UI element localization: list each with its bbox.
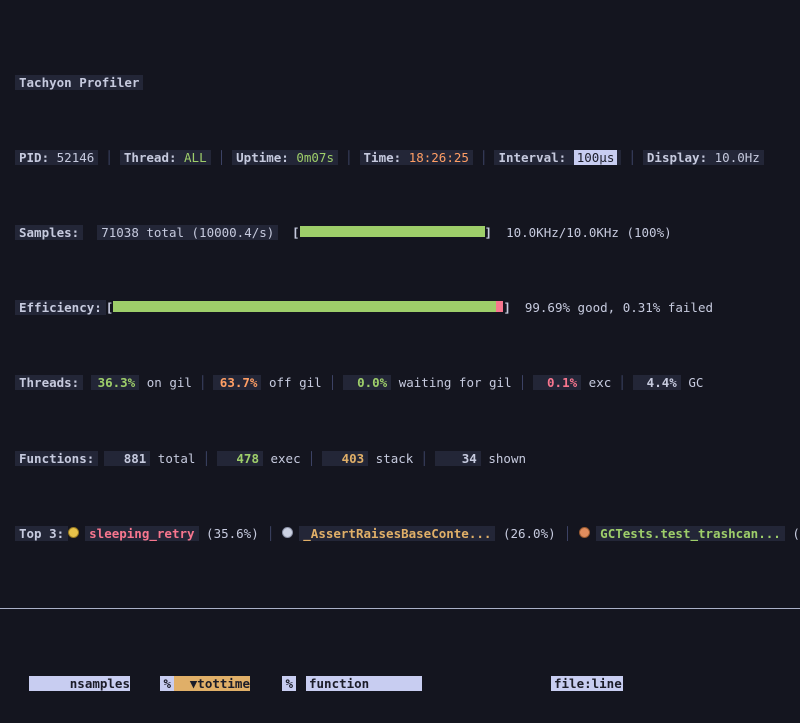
top3-line: Top 3: sleeping_retry (35.6%)_AssertRais…	[15, 526, 800, 541]
status-group: Time: 18:26:25	[338, 150, 473, 165]
medal-icon	[579, 527, 590, 538]
profiler-screen: Tachyon Profiler PID: 52146Thread: ALLUp…	[0, 0, 800, 723]
top3-percentage: (14.1%)	[792, 526, 800, 541]
status-group: PID: 52146	[15, 150, 98, 165]
bracket-close: ]	[503, 300, 511, 315]
thread-stat-label: GC	[688, 375, 703, 390]
function-stat-value: 478	[217, 451, 263, 466]
samples-label: Samples:	[15, 225, 83, 240]
efficiency-label: Efficiency:	[15, 300, 106, 315]
bracket-open: [	[106, 300, 114, 315]
top3-label: Top 3:	[15, 526, 68, 541]
top3-item[interactable]: _AssertRaisesBaseConte... (26.0%)	[259, 526, 556, 541]
status-value: 18:26:25	[409, 150, 469, 165]
status-label: Uptime:	[236, 150, 289, 165]
status-label: Time:	[364, 150, 402, 165]
thread-stat: 4.4% GC	[611, 375, 703, 390]
thread-stat-value: 36.3%	[91, 375, 139, 390]
samples-progress-bar	[300, 226, 485, 237]
status-value: 100µs	[574, 150, 618, 165]
efficiency-progress-bar	[113, 301, 503, 312]
status-group: Uptime: 0m07s	[211, 150, 338, 165]
column-header-pct-cumulative[interactable]: %	[250, 676, 296, 691]
top3-function-name: GCTests.test_trashcan...	[596, 526, 785, 541]
thread-stat: 36.3% on gil	[91, 375, 192, 390]
efficiency-failed-segment	[496, 301, 504, 312]
thread-stat-label: exc	[589, 375, 612, 390]
medal-icon	[68, 527, 79, 538]
thread-stat-value: 63.7%	[213, 375, 261, 390]
top3-percentage: (26.0%)	[503, 526, 556, 541]
thread-stat-label: waiting for gil	[399, 375, 512, 390]
thread-stat: 0.0% waiting for gil	[322, 375, 512, 390]
column-header-function[interactable]: function	[306, 676, 551, 691]
thread-stat-value: 0.1%	[533, 375, 581, 390]
bracket-close: ]	[485, 225, 493, 240]
column-header-tottime-sorted[interactable]: ▼tottime	[174, 676, 250, 691]
top3-percentage: (35.6%)	[206, 526, 259, 541]
thread-stat-value: 0.0%	[343, 375, 391, 390]
separator-line	[0, 608, 800, 609]
status-line: PID: 52146Thread: ALLUptime: 0m07sTime: …	[15, 150, 800, 165]
samples-rate: 10.0KHz/10.0KHz (100%)	[506, 225, 672, 240]
threads-label: Threads:	[15, 375, 83, 390]
thread-stat-label: off gil	[269, 375, 322, 390]
functions-label: Functions:	[15, 451, 98, 466]
function-stat-label: exec	[271, 451, 301, 466]
efficiency-line: Efficiency:[] 99.69% good, 0.31% failed	[15, 300, 800, 315]
function-stat-value: 881	[104, 451, 150, 466]
status-group: Display: 10.0Hz	[621, 150, 763, 165]
samples-total: 71038 total (10000.4/s)	[97, 225, 278, 240]
bracket-open: [	[292, 225, 300, 240]
function-stat-value: 34	[435, 451, 481, 466]
function-stat: 478 exec	[195, 451, 300, 466]
status-value: 10.0Hz	[715, 150, 760, 165]
status-value: 52146	[57, 150, 95, 165]
thread-stat-value: 4.4%	[633, 375, 681, 390]
function-stat-label: stack	[376, 451, 414, 466]
title-line: Tachyon Profiler	[15, 75, 800, 90]
column-header-nsamples[interactable]: nsamples	[29, 676, 130, 691]
threads-line: Threads: 36.3% on gil63.7% off gil0.0% w…	[15, 375, 800, 390]
status-label: Display:	[647, 150, 707, 165]
function-stat-label: total	[158, 451, 196, 466]
status-group: Interval: 100µs	[473, 150, 621, 165]
status-label: Interval:	[498, 150, 566, 165]
column-header-pct-direct[interactable]: %	[130, 676, 174, 691]
top3-function-name: _AssertRaisesBaseConte...	[299, 526, 495, 541]
function-stat: 881 total	[104, 451, 195, 466]
functions-line: Functions: 881 total478 exec403 stack34 …	[15, 450, 800, 465]
thread-stat: 0.1% exc	[512, 375, 612, 390]
table-header: nsamples % ▼tottime % function file:line	[15, 677, 794, 692]
thread-stat: 63.7% off gil	[192, 375, 322, 390]
status-value: ALL	[184, 150, 207, 165]
status-group: Thread: ALL	[98, 150, 210, 165]
top3-item[interactable]: sleeping_retry (35.6%)	[68, 526, 259, 541]
thread-stat-label: on gil	[147, 375, 192, 390]
top3-function-name: sleeping_retry	[85, 526, 198, 541]
header-separator	[0, 601, 800, 617]
function-stat-value: 403	[322, 451, 368, 466]
app-title: Tachyon Profiler	[15, 75, 143, 90]
medal-icon	[282, 527, 293, 538]
samples-bar-group: [ ] 10.0KHz/10.0KHz (100%)	[292, 225, 672, 240]
samples-line: Samples: 71038 total (10000.4/s) [ ] 10.…	[15, 225, 800, 240]
function-stat-label: shown	[488, 451, 526, 466]
function-stat: 403 stack	[301, 451, 414, 466]
top3-item[interactable]: GCTests.test_trashcan... (14.1%)	[556, 526, 800, 541]
status-label: PID:	[19, 150, 49, 165]
efficiency-good-segment	[113, 301, 495, 312]
efficiency-result: 99.69% good, 0.31% failed	[525, 300, 713, 315]
status-label: Thread:	[124, 150, 177, 165]
column-header-file-line[interactable]: file:line	[551, 676, 794, 691]
status-value: 0m07s	[296, 150, 334, 165]
function-stat: 34 shown	[413, 451, 526, 466]
